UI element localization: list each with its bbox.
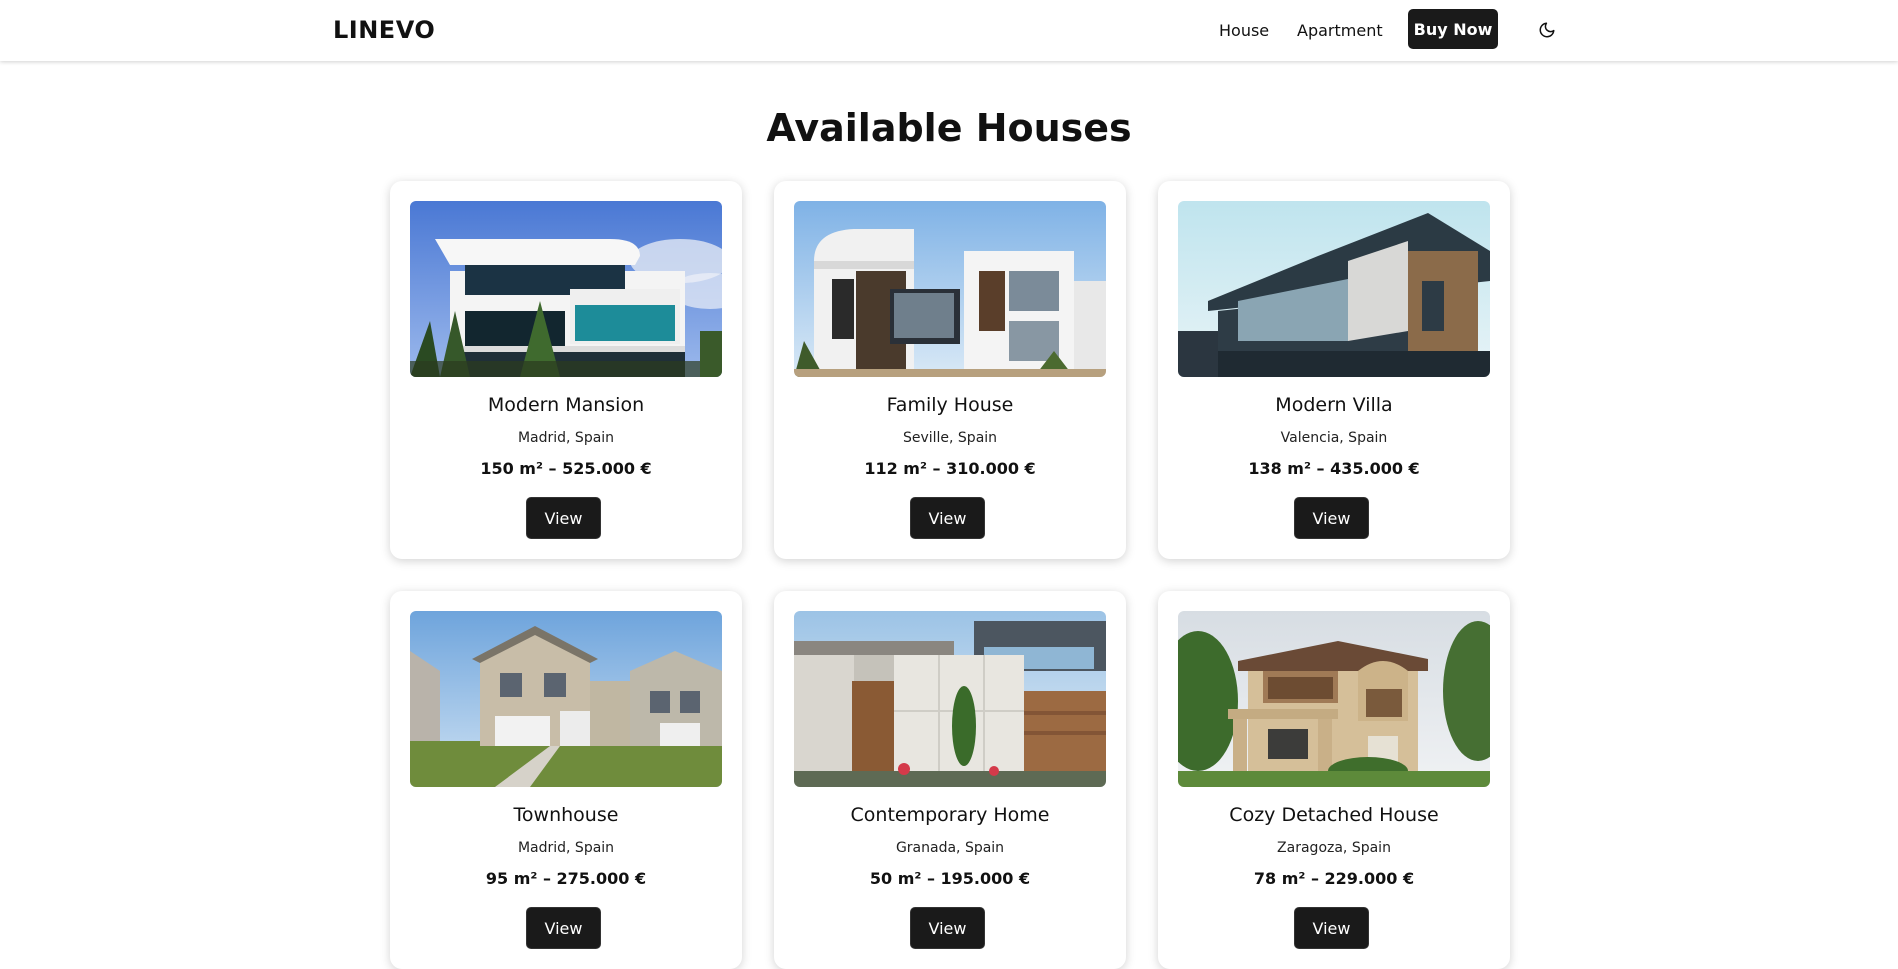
house-price: 95 m² – 275.000 € (485, 869, 647, 888)
house-price: 138 m² – 435.000 € (1248, 459, 1420, 478)
house-title: Contemporary Home (850, 804, 1050, 826)
view-button[interactable]: View (526, 497, 601, 539)
house-location: Madrid, Spain (517, 840, 615, 856)
view-button[interactable]: View (910, 497, 985, 539)
house-card: Modern Mansion Madrid, Spain 150 m² – 52… (390, 181, 742, 559)
buy-now-button[interactable]: Buy Now (1408, 9, 1498, 49)
house-card: Contemporary Home Granada, Spain 50 m² –… (774, 591, 1126, 969)
brand-logo[interactable]: LINEVO (333, 16, 435, 44)
view-button[interactable]: View (910, 907, 985, 949)
view-button[interactable]: View (1294, 497, 1369, 539)
house-price: 112 m² – 310.000 € (864, 459, 1036, 478)
house-price: 150 m² – 525.000 € (480, 459, 652, 478)
house-location: Seville, Spain (902, 430, 998, 446)
house-image (1178, 201, 1490, 377)
house-location: Granada, Spain (895, 840, 1005, 856)
house-card: Modern Villa Valencia, Spain 138 m² – 43… (1158, 181, 1510, 559)
nav-link-house[interactable]: House (1219, 21, 1269, 40)
house-price: 78 m² – 229.000 € (1253, 869, 1415, 888)
house-card: Cozy Detached House Zaragoza, Spain 78 m… (1158, 591, 1510, 969)
house-image (1178, 611, 1490, 787)
house-image (410, 201, 722, 377)
view-button[interactable]: View (1294, 907, 1369, 949)
house-image (410, 611, 722, 787)
house-location: Madrid, Spain (517, 430, 615, 446)
house-image (794, 201, 1106, 377)
house-location: Valencia, Spain (1280, 430, 1388, 446)
house-image (794, 611, 1106, 787)
house-title: Family House (886, 394, 1014, 416)
house-location: Zaragoza, Spain (1277, 840, 1391, 856)
moon-icon[interactable] (1536, 19, 1558, 41)
house-title: Townhouse (513, 804, 619, 826)
house-title: Modern Mansion (487, 394, 645, 416)
page-title: Available Houses (766, 106, 1132, 150)
house-price: 50 m² – 195.000 € (869, 869, 1031, 888)
navbar: LINEVO House Apartment Buy Now (0, 0, 1898, 61)
view-button[interactable]: View (526, 907, 601, 949)
house-title: Modern Villa (1275, 394, 1393, 416)
house-card: Townhouse Madrid, Spain 95 m² – 275.000 … (390, 591, 742, 969)
house-title: Cozy Detached House (1229, 804, 1439, 826)
house-card: Family House Seville, Spain 112 m² – 310… (774, 181, 1126, 559)
nav-link-apartment[interactable]: Apartment (1297, 21, 1383, 40)
